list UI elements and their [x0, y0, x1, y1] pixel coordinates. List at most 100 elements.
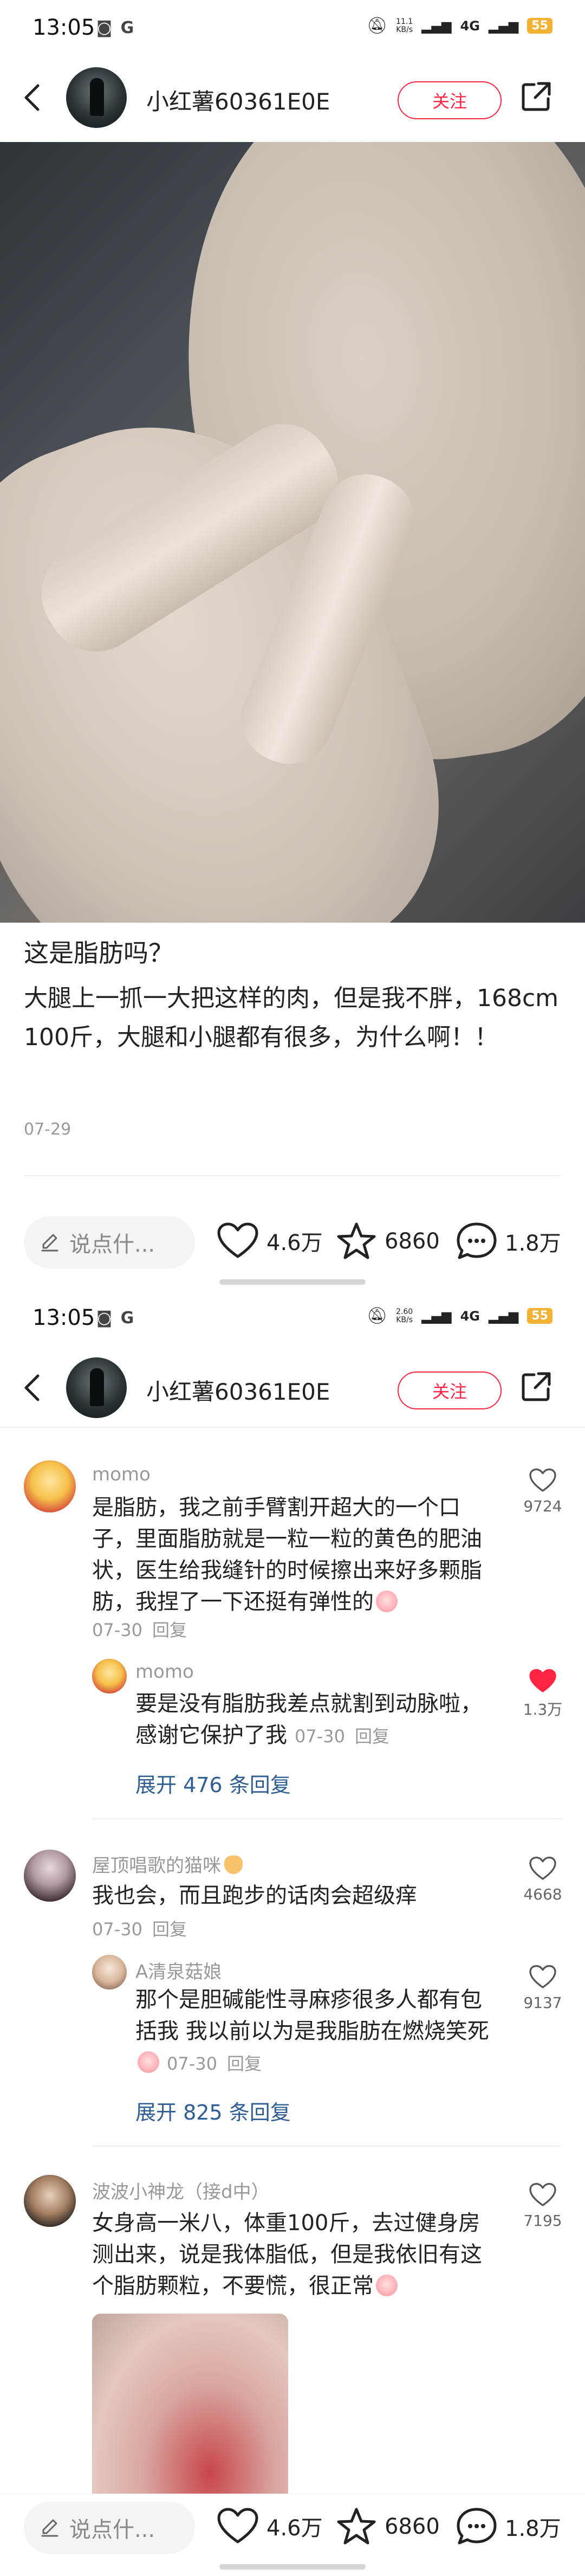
- top-nav-2: 小红薯60361E0E 关注: [0, 1350, 585, 1426]
- heart-icon: [217, 1222, 258, 1258]
- replier-name[interactable]: A清泉菇娘: [135, 1957, 222, 1983]
- comment-like-button[interactable]: 4668: [516, 1856, 570, 1903]
- author-name[interactable]: 小红薯60361E0E: [146, 1374, 330, 1407]
- divider: [0, 1427, 585, 1428]
- comment-like-button[interactable]: 7195: [516, 2182, 570, 2230]
- post-date: 07-29: [24, 1120, 72, 1139]
- comment-date: 07-30: [92, 1919, 142, 1940]
- heart-icon: [529, 2182, 556, 2206]
- home-indicator: [219, 2564, 366, 2569]
- battery-icon: 55: [527, 1308, 552, 1324]
- comment-meta: 07-30 回复: [92, 1916, 187, 1941]
- reply-date: 07-30: [167, 2053, 217, 2074]
- star-icon: [337, 1222, 376, 1259]
- wifi-icon: ▂▄▆: [489, 1308, 519, 1324]
- expand-replies-button[interactable]: 展开 825 条回复: [135, 2096, 291, 2126]
- heart-filled-icon: [529, 1669, 556, 1692]
- share-icon[interactable]: [520, 1370, 552, 1403]
- collect-count: 6860: [385, 1229, 440, 1254]
- comment-meta: 07-30 回复: [92, 1617, 187, 1641]
- reply-button[interactable]: 回复: [152, 1919, 187, 1940]
- pencil-icon: [41, 1234, 58, 1252]
- pencil-icon: [41, 2519, 58, 2537]
- post-title: 这是脂肪吗？: [24, 938, 173, 968]
- status-time: 13:05: [32, 1305, 95, 1330]
- post-image[interactable]: [0, 142, 585, 923]
- comment-button[interactable]: 1.8万: [456, 2507, 561, 2546]
- reply-like-button[interactable]: 9137: [516, 1965, 570, 2012]
- status-bar: 13:05 ◙ G 🔕︎ 11.1 KB/s ▂▄▆ 4G ▂▄▆ 55: [0, 0, 585, 60]
- back-icon[interactable]: [22, 1374, 43, 1402]
- expand-replies-button[interactable]: 展开 476 条回复: [135, 1768, 291, 1798]
- reply-like-button[interactable]: 1.3万: [516, 1669, 570, 1720]
- signal-icon: ▂▄▆: [421, 1308, 452, 1324]
- comment-count: 1.8万: [505, 2516, 561, 2541]
- comment-bubble-icon: [457, 2508, 497, 2545]
- reply-button[interactable]: 回复: [227, 2053, 262, 2074]
- comment-like-count: 4668: [523, 1885, 562, 1903]
- reply-like-count: 9137: [523, 1994, 562, 2012]
- emoji-icon: [138, 2051, 159, 2073]
- reply-text: 那个是胆碱能性寻麻疹很多人都有包括我 我以前以为是我脂肪在燃烧笑死07-30 回复: [135, 1987, 489, 2074]
- battery-icon: 55: [527, 18, 552, 34]
- collect-button[interactable]: 6860: [336, 1222, 440, 1261]
- like-button[interactable]: 4.6万: [217, 2507, 323, 2545]
- follow-button[interactable]: 关注: [398, 81, 502, 119]
- replier-avatar[interactable]: [92, 1955, 127, 1989]
- comment-text: 是脂肪，我之前手臂割开超大的一个口子，里面脂肪就是一粒一粒的黄色的肥油状，医生给…: [92, 1495, 482, 1614]
- commenter-avatar[interactable]: [24, 2175, 76, 2227]
- wifi-icon: ▂▄▆: [489, 18, 519, 34]
- comment-placeholder: 说点什...: [69, 2517, 155, 2542]
- mute-icon: 🔕︎: [366, 16, 388, 35]
- comment-text: 女身高一米八，体重100斤，去过健身房测出来，说是我体脂低，但是我依旧有这个脂肪…: [92, 2211, 482, 2298]
- reply-button[interactable]: 回复: [355, 1726, 389, 1747]
- comment-like-count: 9724: [523, 1497, 562, 1515]
- top-nav: 小红薯60361E0E 关注: [0, 60, 585, 136]
- status-bar-2: 13:05 ◙ G 🔕︎ 2.60 KB/s ▂▄▆ 4G ▂▄▆ 55: [0, 1290, 585, 1350]
- divider: [92, 2146, 561, 2147]
- heart-icon: [529, 1468, 556, 1492]
- g-icon: G: [120, 18, 134, 37]
- reply-text: 要是没有脂肪我差点就割到动脉啦，感谢它保护了我 07-30 回复: [135, 1691, 482, 1748]
- divider: [92, 1818, 561, 1819]
- replier-name[interactable]: momo: [135, 1661, 194, 1683]
- g-icon: G: [120, 1309, 134, 1328]
- author-avatar[interactable]: [66, 67, 127, 128]
- mute-icon: 🔕︎: [366, 1306, 388, 1325]
- star-icon: [337, 2508, 376, 2545]
- commenter-avatar[interactable]: [24, 1850, 76, 1902]
- signal-icon: ▂▄▆: [421, 18, 452, 34]
- back-icon[interactable]: [22, 83, 43, 112]
- network-speed: 2.60 KB/s: [396, 1307, 413, 1324]
- comment-button[interactable]: 1.8万: [456, 1222, 561, 1261]
- bottom-action-bar: 说点什... 4.6万 6860 1.8万: [0, 1209, 585, 1274]
- author-avatar[interactable]: [66, 1357, 127, 1418]
- comment-input[interactable]: 说点什...: [24, 2502, 195, 2554]
- like-button[interactable]: 4.6万: [217, 1222, 323, 1260]
- home-indicator: [219, 1279, 366, 1285]
- commenter-name[interactable]: 屋顶唱歌的猫咪: [92, 1851, 243, 1877]
- share-icon[interactable]: [520, 80, 552, 113]
- comment-like-button[interactable]: 9724: [516, 1468, 570, 1515]
- collect-button[interactable]: 6860: [336, 2507, 440, 2546]
- message-icon: ◙: [96, 1309, 113, 1328]
- author-name[interactable]: 小红薯60361E0E: [146, 83, 330, 117]
- commenter-name[interactable]: momo: [92, 1464, 151, 1485]
- bottom-action-bar-2: 说点什... 4.6万 6860 1.8万: [0, 2494, 585, 2559]
- comment-input[interactable]: 说点什...: [24, 1216, 195, 1268]
- like-count: 4.6万: [266, 1231, 323, 1255]
- comment-bubble-icon: [457, 1222, 497, 1259]
- status-time: 13:05: [32, 15, 95, 40]
- replier-avatar[interactable]: [92, 1659, 127, 1693]
- network-speed: 11.1 KB/s: [396, 17, 413, 34]
- emoji-icon: [376, 1590, 398, 1612]
- commenter-name[interactable]: 波波小神龙（接d中）: [92, 2177, 270, 2204]
- follow-button[interactable]: 关注: [398, 1371, 502, 1409]
- comment-placeholder: 说点什...: [69, 1232, 155, 1257]
- notification-icons: ◙ G: [96, 18, 134, 37]
- comment-like-count: 7195: [523, 2212, 562, 2230]
- reply-button[interactable]: 回复: [152, 1620, 187, 1640]
- commenter-avatar[interactable]: [24, 1460, 76, 1512]
- reply-date: 07-30: [295, 1726, 345, 1747]
- message-icon: ◙: [96, 18, 113, 37]
